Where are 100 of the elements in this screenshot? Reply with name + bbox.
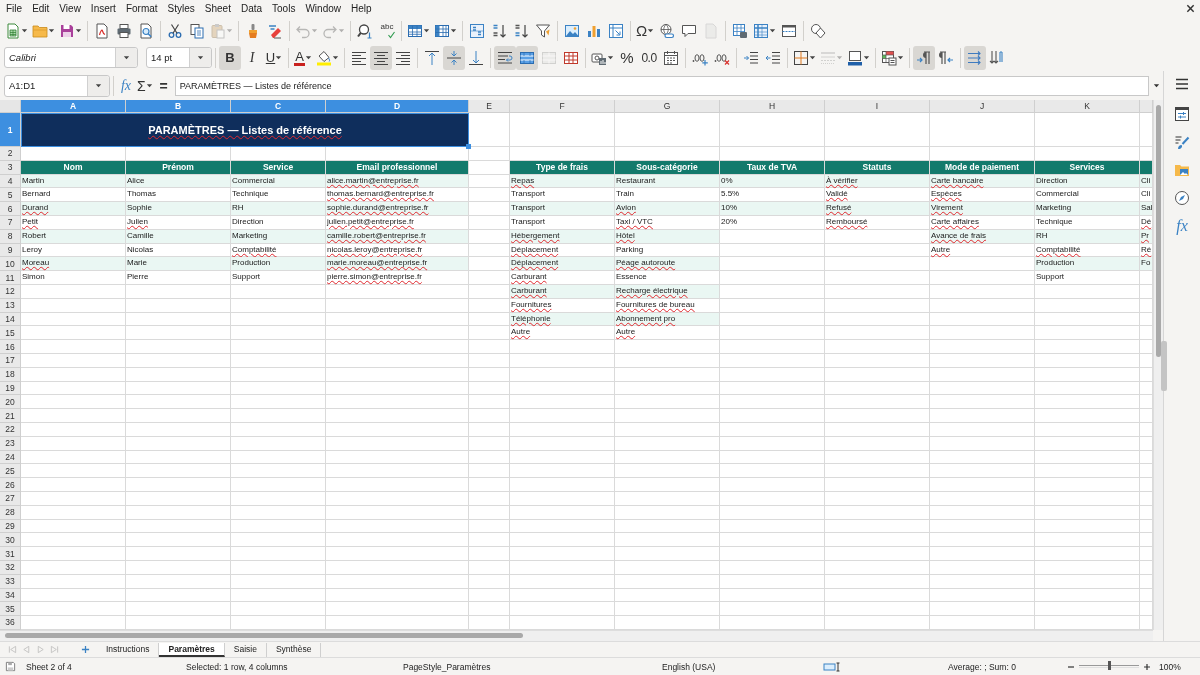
paint-bucket-icon: [316, 49, 332, 66]
table-cell: Fournitures: [510, 298, 615, 313]
font-color-button[interactable]: A: [292, 45, 314, 70]
table-cell: Carte affaires: [930, 216, 1035, 230]
table-cell: Durand: [21, 202, 126, 216]
align-center-button[interactable]: [370, 45, 392, 70]
number-format-button[interactable]: 0.0: [638, 45, 660, 70]
page-style[interactable]: PageStyle_Paramètres: [403, 661, 491, 672]
unmerge-grid-icon: [563, 49, 579, 66]
shapes-icon: [810, 22, 827, 39]
sheet-tab[interactable]: Paramètres: [159, 642, 225, 657]
menu-item[interactable]: Data: [235, 0, 268, 17]
spelling-button[interactable]: abc: [376, 18, 398, 43]
pdf-document-icon: [94, 22, 110, 39]
vertical-scrollbar[interactable]: [1153, 100, 1163, 630]
align-right-icon: [395, 49, 411, 66]
functions-button[interactable]: fx: [1170, 214, 1194, 238]
row-header[interactable]: 36: [0, 616, 21, 630]
merge-center-button[interactable]: [516, 45, 538, 70]
column-header[interactable]: I: [825, 100, 930, 113]
menu-item[interactable]: Sheet: [199, 0, 236, 17]
menu-item[interactable]: Help: [346, 0, 377, 17]
table-cell: Sal: [1140, 202, 1153, 216]
selection-summary: Average: ; Sum: 0: [948, 661, 1016, 672]
special-character-button[interactable]: Ω: [634, 18, 657, 43]
row-header[interactable]: 20: [0, 395, 21, 410]
font-name-combobox[interactable]: Calibri: [4, 47, 138, 68]
language[interactable]: English (USA): [662, 661, 716, 672]
scrollbar-thumb[interactable]: [5, 633, 523, 638]
menu-item[interactable]: View: [54, 0, 86, 17]
menu-item[interactable]: Insert: [85, 0, 121, 17]
sidebar-collapse-handle[interactable]: [1161, 341, 1167, 391]
row-header[interactable]: 5: [0, 188, 21, 203]
column-header[interactable]: J: [930, 100, 1035, 113]
row-header[interactable]: 11: [0, 271, 21, 285]
row-header[interactable]: 35: [0, 602, 21, 617]
row-header[interactable]: 30: [0, 533, 21, 548]
menu-item[interactable]: File: [1, 0, 28, 17]
font-size-combobox[interactable]: 14 pt: [146, 47, 212, 68]
column-header[interactable]: E: [469, 100, 510, 113]
column-header[interactable]: H: [720, 100, 825, 113]
function-wizard-button[interactable]: fx: [117, 73, 135, 98]
table-cell: Simon: [21, 271, 126, 285]
table-cell: Taxi / VTC: [615, 216, 720, 230]
table-cell: Fournitures de bureau: [615, 298, 720, 313]
selection-mode-icon[interactable]: [823, 661, 843, 672]
table-cell: Essence: [615, 271, 720, 285]
vertical-arrows-icon: [989, 49, 1005, 66]
horizontal-text-button[interactable]: [964, 45, 986, 70]
row-header[interactable]: 15: [0, 326, 21, 341]
close-document-button[interactable]: [1186, 4, 1195, 13]
column-header[interactable]: K: [1035, 100, 1140, 113]
menu-item[interactable]: Format: [120, 0, 163, 17]
name-box-combobox[interactable]: A1:D1: [4, 74, 110, 97]
scrollbar-thumb[interactable]: [1156, 105, 1161, 357]
scissors-icon: [167, 22, 183, 39]
page-magnifier-icon: [138, 22, 154, 39]
italic-button[interactable]: I: [241, 45, 263, 70]
percent-format-button[interactable]: %: [616, 45, 638, 70]
zoom-percentage[interactable]: 100%: [1159, 661, 1181, 672]
slider-thumb[interactable]: [1108, 661, 1111, 670]
bold-button[interactable]: B: [219, 45, 241, 70]
horizontal-arrows-icon: [967, 49, 983, 66]
left-to-right-button[interactable]: [913, 45, 935, 70]
row-header[interactable]: 10: [0, 257, 21, 272]
wrap-text-button[interactable]: [494, 45, 516, 70]
column-header[interactable]: G: [615, 100, 720, 113]
column-header[interactable]: F: [510, 100, 615, 113]
sum-button[interactable]: Σ: [135, 73, 155, 98]
menu-icon: [1174, 76, 1190, 92]
sheet-tab[interactable]: Synthèse: [266, 642, 322, 657]
row-header[interactable]: 6: [0, 202, 21, 216]
row-header[interactable]: 25: [0, 464, 21, 479]
row-header[interactable]: 31: [0, 547, 21, 561]
row-header[interactable]: 26: [0, 478, 21, 492]
sheet-tab[interactable]: Saisie: [224, 642, 267, 657]
table-cell: Marie: [126, 257, 231, 272]
table-header: Sous-catégorie: [615, 160, 720, 175]
spreadsheet-grid[interactable]: [0, 100, 1153, 630]
fill-handle[interactable]: [466, 144, 471, 149]
underline-button[interactable]: U: [263, 45, 285, 70]
paragraph-left-icon: [938, 49, 954, 66]
horizontal-scrollbar[interactable]: [0, 630, 1153, 641]
zoom-in-button[interactable]: [1142, 661, 1152, 672]
table-cell: Production: [231, 257, 326, 272]
menu-item[interactable]: Window: [300, 0, 346, 17]
menu-item[interactable]: Styles: [162, 0, 200, 17]
row-header[interactable]: 16: [0, 340, 21, 354]
formula-input-field[interactable]: PARAMÈTRES — Listes de référence: [174, 75, 1149, 96]
menu-item[interactable]: Edit: [27, 0, 55, 17]
table-cell: Technique: [1035, 216, 1140, 230]
caret-icon: [311, 27, 318, 34]
row-header[interactable]: 2: [0, 147, 21, 161]
row-header[interactable]: 21: [0, 409, 21, 423]
formula-button[interactable]: =: [154, 73, 173, 98]
row-grid-icon: [407, 22, 423, 39]
close-icon: [1186, 4, 1195, 13]
table-cell: Support: [1035, 271, 1140, 285]
merge-grid-icon: [541, 49, 557, 66]
menu-item[interactable]: Tools: [267, 0, 301, 17]
